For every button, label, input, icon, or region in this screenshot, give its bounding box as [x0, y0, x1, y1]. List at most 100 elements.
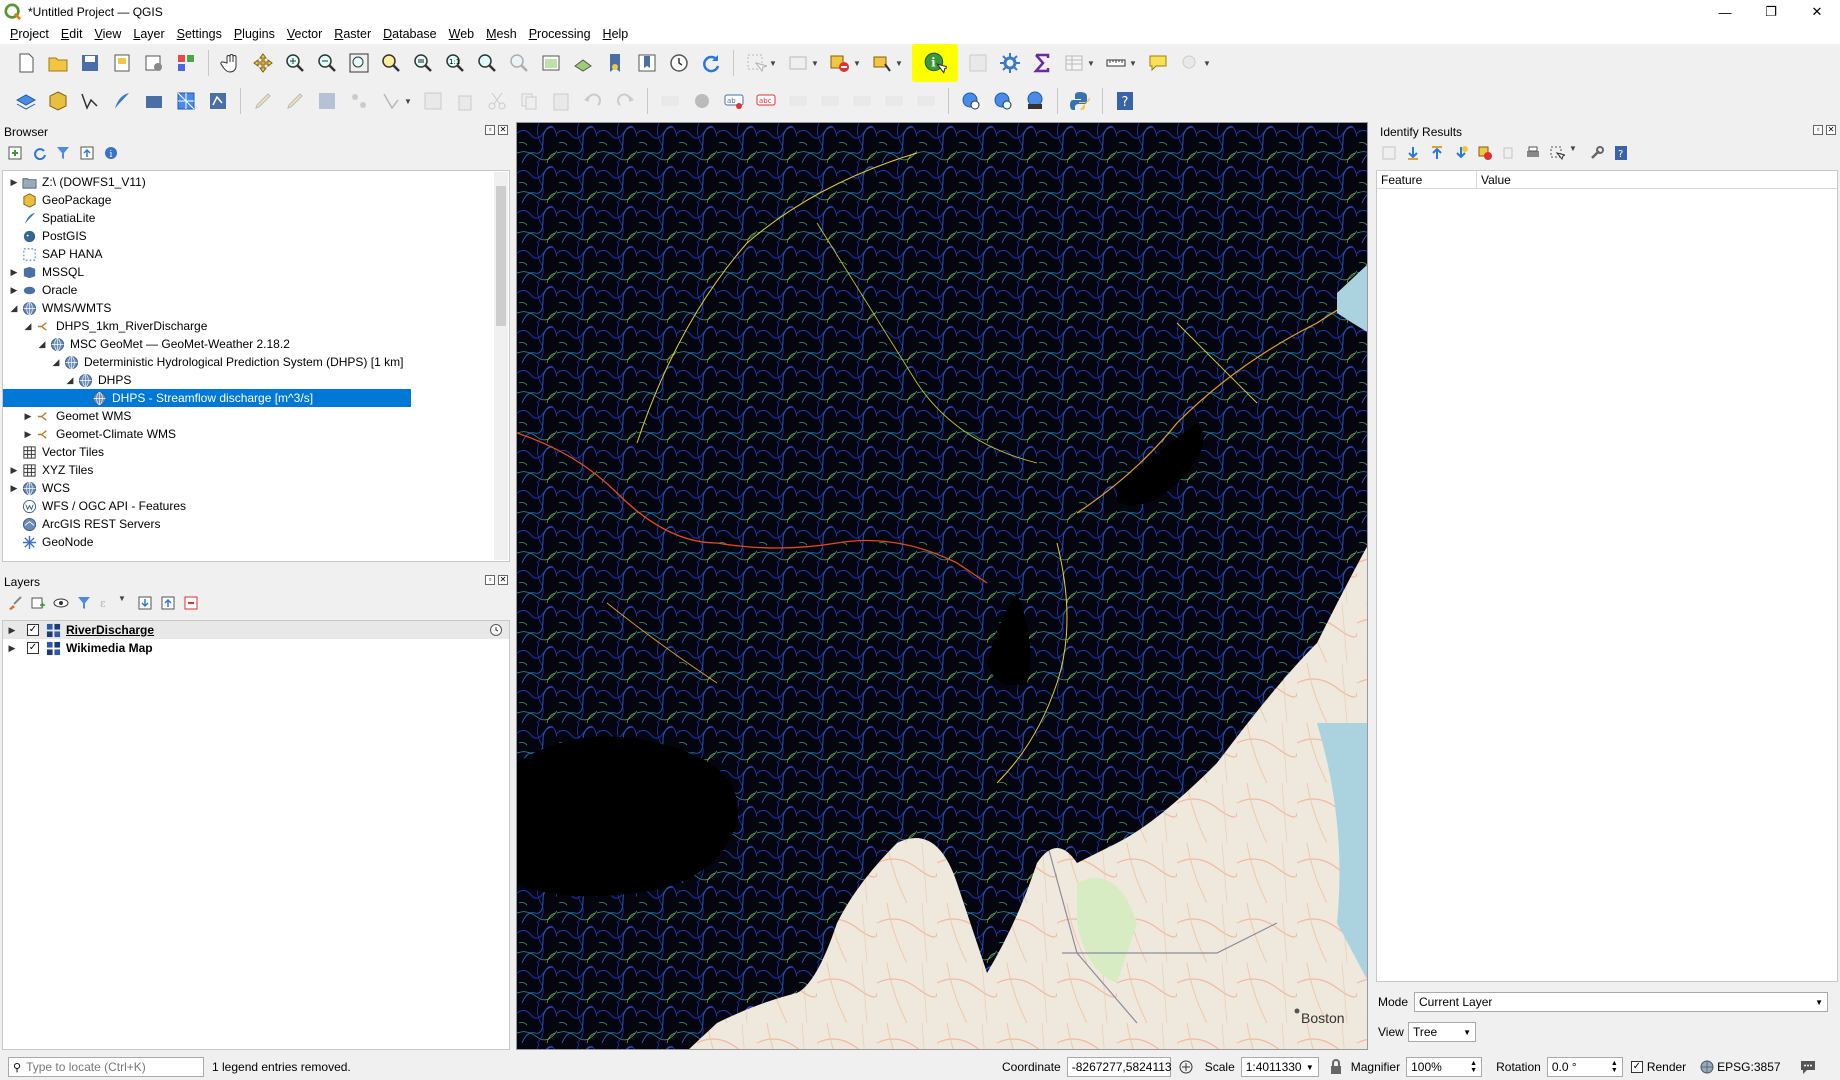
data-source-manager-button[interactable]: [13, 88, 39, 114]
layout-manager-button[interactable]: [141, 50, 167, 76]
new-bookmark-button[interactable]: [602, 50, 628, 76]
new-project-button[interactable]: [13, 50, 39, 76]
layer-row-riverdischarge[interactable]: ▶ ✓ RiverDischarge: [3, 621, 509, 639]
layer-row-wikimedia-map[interactable]: ▶ ✓ Wikimedia Map: [3, 639, 509, 657]
menu-processing[interactable]: Processing: [523, 27, 597, 41]
add-selected-layers-button[interactable]: [6, 144, 24, 162]
filter-browser-button[interactable]: [54, 144, 72, 162]
temporal-controller-button[interactable]: [666, 50, 692, 76]
browser-item[interactable]: ▶ Oracle: [7, 281, 78, 299]
menu-view[interactable]: View: [88, 27, 127, 41]
cut-features-button[interactable]: [484, 88, 510, 114]
messages-icon[interactable]: [1799, 1059, 1817, 1075]
pin-unpin-labels-button[interactable]: [817, 88, 843, 114]
zoom-out-button[interactable]: [314, 50, 340, 76]
toggle-editing-button[interactable]: [282, 88, 308, 114]
menu-raster[interactable]: Raster: [328, 27, 377, 41]
browser-item[interactable]: GeoPackage: [7, 191, 111, 209]
render-checkbox[interactable]: ✓: [1630, 1061, 1643, 1073]
expand-arrow-icon[interactable]: ▶: [7, 465, 21, 476]
metasearch-zoom-button[interactable]: [990, 88, 1016, 114]
save-edits-button[interactable]: [314, 88, 340, 114]
zoom-next-button[interactable]: [506, 50, 532, 76]
identify-settings-button[interactable]: [1588, 144, 1606, 162]
deselect-dropdown-icon[interactable]: ▼: [853, 59, 863, 68]
lock-scale-icon[interactable]: [1329, 1059, 1343, 1075]
style-manager-button[interactable]: [173, 50, 199, 76]
zoom-in-button[interactable]: [282, 50, 308, 76]
browser-item[interactable]: SAP HANA: [7, 245, 102, 263]
expand-arrow-icon[interactable]: ▶: [7, 483, 21, 494]
identify-mode-button[interactable]: [1548, 144, 1566, 162]
select-features-button[interactable]: [743, 50, 769, 76]
properties-button[interactable]: i: [102, 144, 120, 162]
layer-diagram-options-button[interactable]: abc: [753, 88, 779, 114]
rotation-spinbox[interactable]: 0.0 ° ▲ ▼: [1546, 1057, 1623, 1077]
select-location-button[interactable]: [869, 50, 895, 76]
add-feature-button[interactable]: [346, 88, 372, 114]
close-button[interactable]: ✕: [1794, 0, 1840, 24]
metasearch-button[interactable]: [958, 88, 984, 114]
select-dropdown-icon[interactable]: ▼: [769, 59, 779, 68]
expand-arrow-icon[interactable]: ▶: [7, 177, 21, 188]
new-temporary-layer-button[interactable]: [205, 88, 231, 114]
measure-dropdown-icon[interactable]: ▼: [1129, 59, 1139, 68]
locator-dropdown-icon[interactable]: ▼: [1203, 59, 1213, 68]
browser-item[interactable]: ▶ WCS: [7, 479, 70, 497]
delete-selected-button[interactable]: [452, 88, 478, 114]
identify-help-button[interactable]: ?: [1612, 144, 1630, 162]
python-console-button[interactable]: [1067, 88, 1093, 114]
expand-arrow-icon[interactable]: ◢: [21, 321, 35, 332]
open-project-button[interactable]: [45, 50, 71, 76]
browser-item[interactable]: ◢ MSC GeoMet — GeoMet-Weather 2.18.2: [35, 335, 290, 353]
map-tips-button[interactable]: [1145, 50, 1171, 76]
help-button[interactable]: ?: [1112, 88, 1138, 114]
maximize-button[interactable]: ❐: [1748, 0, 1794, 24]
select-value-dropdown-icon[interactable]: ▼: [811, 59, 821, 68]
undo-button[interactable]: [580, 88, 606, 114]
browser-item[interactable]: ◢ Deterministic Hydrological Prediction S…: [49, 353, 404, 371]
attribute-table-dropdown-icon[interactable]: ▼: [1087, 59, 1097, 68]
rotate-label-button[interactable]: [913, 88, 939, 114]
browser-item[interactable]: GeoNode: [7, 533, 93, 551]
paste-features-button[interactable]: [548, 88, 574, 114]
new-spatialite-layer-button[interactable]: [109, 88, 135, 114]
menu-project[interactable]: Project: [4, 27, 55, 41]
browser-item[interactable]: WFS / OGC API - Features: [7, 497, 186, 515]
layer-visibility-checkbox[interactable]: ✓: [27, 624, 39, 636]
browser-item[interactable]: Vector Tiles: [7, 443, 104, 461]
menu-layer[interactable]: Layer: [127, 27, 170, 41]
refresh-button[interactable]: [698, 50, 724, 76]
browser-scrollbar[interactable]: [494, 172, 508, 560]
browser-item[interactable]: ▶ Geomet WMS: [21, 407, 132, 425]
label-toolbar-button[interactable]: [657, 88, 683, 114]
manage-map-themes-button[interactable]: [52, 594, 70, 612]
new-geopackage-layer-button[interactable]: [45, 88, 71, 114]
statistical-summary-button[interactable]: [1029, 50, 1055, 76]
zoom-native-resolution-button[interactable]: 1:1: [442, 50, 468, 76]
menu-help[interactable]: Help: [597, 27, 635, 41]
close-panel-icon[interactable]: ✕: [498, 575, 508, 585]
map-canvas[interactable]: Boston: [516, 122, 1368, 1050]
expand-arrow-icon[interactable]: ▶: [21, 429, 35, 440]
locator-search-input[interactable]: ⚲ Type to locate (Ctrl+K): [8, 1057, 204, 1077]
browser-item[interactable]: ▶ Z:\ (DOWFS1_V11): [7, 173, 146, 191]
copy-feature-button[interactable]: [1500, 144, 1518, 162]
zoom-last-button[interactable]: [474, 50, 500, 76]
locator-button[interactable]: [1177, 50, 1203, 76]
expand-arrow-icon[interactable]: ▶: [5, 643, 19, 654]
layer-labeling-options-button[interactable]: ab: [721, 88, 747, 114]
redo-button[interactable]: [612, 88, 638, 114]
remove-layer-button[interactable]: [182, 594, 200, 612]
coordinate-input[interactable]: -8267277,5824113: [1066, 1057, 1172, 1077]
identify-mode-dropdown-icon[interactable]: ▼: [1569, 144, 1579, 162]
filter-by-expression-button[interactable]: ε: [98, 594, 116, 612]
close-panel-icon[interactable]: ✕: [498, 125, 508, 135]
highlight-pinned-labels-button[interactable]: [785, 88, 811, 114]
float-panel-icon[interactable]: ▫: [1813, 125, 1823, 135]
collapse-all-button[interactable]: [78, 144, 96, 162]
browser-item[interactable]: SpatiaLite: [7, 209, 95, 227]
filter-legend-button[interactable]: [75, 594, 93, 612]
menu-settings[interactable]: Settings: [171, 27, 228, 41]
zoom-full-button[interactable]: [346, 50, 372, 76]
